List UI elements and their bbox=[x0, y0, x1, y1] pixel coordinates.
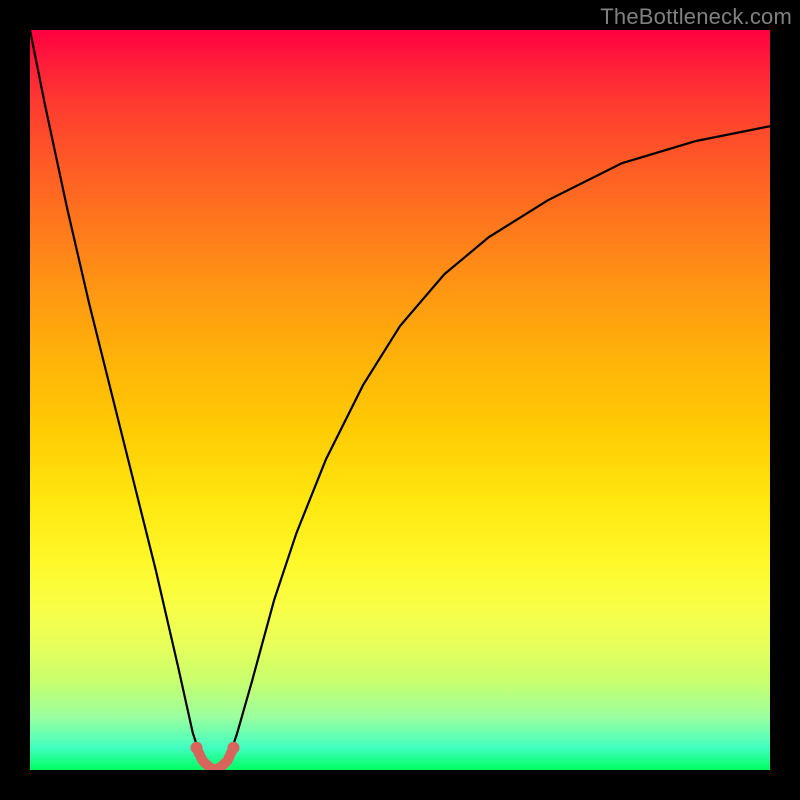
min-marker bbox=[191, 742, 240, 770]
curve-svg bbox=[30, 30, 770, 770]
bottleneck-curve bbox=[30, 30, 770, 770]
plot-area bbox=[30, 30, 770, 770]
chart-frame: TheBottleneck.com bbox=[0, 0, 800, 800]
watermark-text: TheBottleneck.com bbox=[600, 4, 792, 30]
